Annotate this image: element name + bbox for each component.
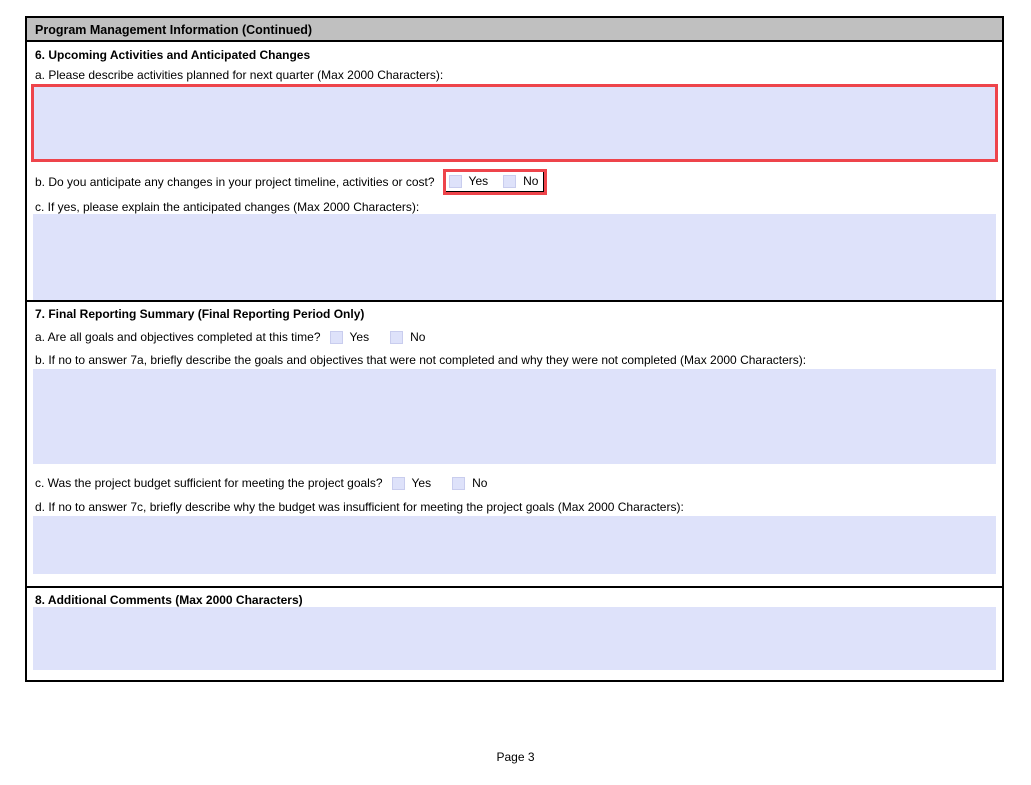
q7c-no-pair: No [452, 476, 487, 490]
program-management-form: Program Management Information (Continue… [25, 16, 1004, 682]
q7c-label: c. Was the project budget sufficient for… [35, 476, 383, 490]
q6a-label: a. Please describe activities planned fo… [35, 68, 444, 82]
q7c-no-label: No [472, 476, 488, 490]
q7a-no-label: No [410, 330, 426, 344]
q6b-no-checkbox[interactable] [503, 174, 517, 188]
q6a-required-highlight [31, 84, 998, 162]
q6b-label: b. Do you anticipate any changes in your… [35, 175, 435, 189]
q6b-yes-checkbox[interactable] [448, 174, 462, 188]
q7a-row: a. Are all goals and objectives complete… [35, 329, 994, 345]
q6b-no-cell: No [500, 172, 545, 192]
q7c-yes-pair: Yes [391, 476, 432, 490]
q7b-label: b. If no to answer 7a, briefly describe … [35, 353, 807, 367]
section-6-upcoming-activities: 6. Upcoming Activities and Anticipated C… [27, 42, 1002, 300]
q6b-required-highlight: Yes No [442, 169, 548, 195]
q7c-row: c. Was the project budget sufficient for… [35, 475, 994, 491]
q7c-yes-checkbox[interactable] [391, 476, 405, 490]
q7a-yes-pair: Yes [329, 330, 370, 344]
section-8-title: 8. Additional Comments (Max 2000 Charact… [35, 593, 303, 607]
q7b-textarea[interactable] [33, 369, 996, 464]
q6a-textarea[interactable] [34, 87, 995, 159]
q7a-yes-checkbox[interactable] [329, 330, 343, 344]
section-8-additional-comments: 8. Additional Comments (Max 2000 Charact… [27, 586, 1002, 680]
q7a-label: a. Are all goals and objectives complete… [35, 330, 321, 344]
q6c-textarea[interactable] [33, 214, 996, 300]
q7c-yes-label: Yes [411, 476, 432, 490]
q8-textarea[interactable] [33, 607, 996, 670]
q7a-yes-label: Yes [349, 330, 370, 344]
q7a-no-checkbox[interactable] [390, 330, 404, 344]
section-7-final-reporting: 7. Final Reporting Summary (Final Report… [27, 300, 1002, 586]
q6b-yes-cell: Yes [445, 172, 501, 192]
q6c-label: c. If yes, please explain the anticipate… [35, 200, 420, 214]
q6b-row: b. Do you anticipate any changes in your… [35, 169, 994, 195]
section-7-title: 7. Final Reporting Summary (Final Report… [35, 307, 365, 321]
section-6-title: 6. Upcoming Activities and Anticipated C… [35, 48, 311, 62]
page-number: Page 3 [496, 750, 535, 764]
q7c-no-checkbox[interactable] [452, 476, 466, 490]
q7d-label: d. If no to answer 7c, briefly describe … [35, 500, 684, 514]
q7d-textarea[interactable] [33, 516, 996, 574]
form-header-title: Program Management Information (Continue… [27, 18, 1002, 42]
q6b-yes-label: Yes [468, 174, 489, 188]
q6b-no-label: No [523, 174, 539, 188]
q7a-no-pair: No [390, 330, 425, 344]
